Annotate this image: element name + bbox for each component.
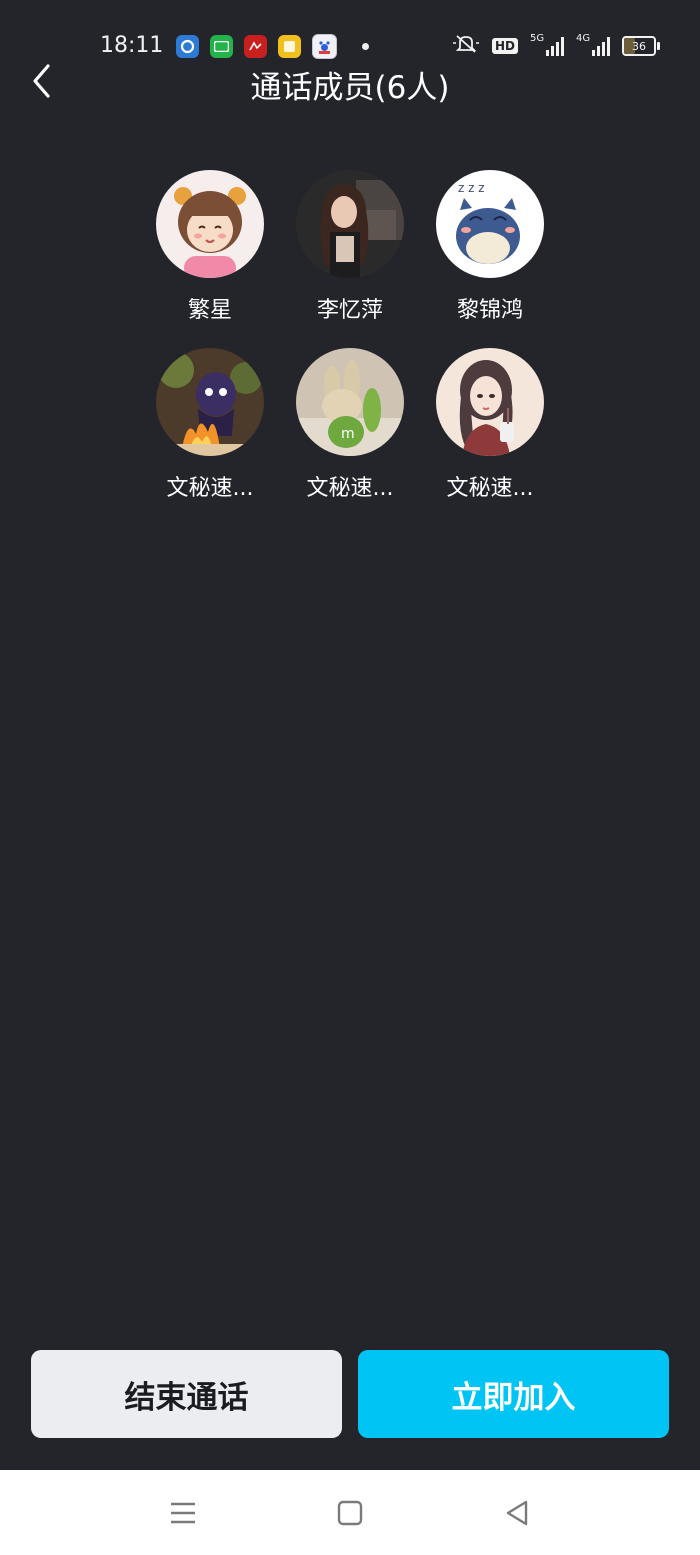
member-name: 文秘速... [166,476,254,501]
mute-bell-icon [452,34,480,58]
browser-app-icon [176,35,199,58]
signal-5g-icon: 5G [530,33,564,56]
notification-app-icons [176,34,369,59]
status-indicators: HD 5G 4G 36 [452,33,660,58]
more-notifications-dot [362,43,369,50]
page-title: 通话成员(6人) [250,70,450,106]
study-app-icon [244,35,267,58]
menu-button[interactable] [166,1496,200,1530]
member-name: 文秘速... [306,476,394,501]
nav-back-button[interactable] [500,1496,534,1530]
home-button[interactable] [333,1496,367,1530]
member-name: 繁星 [187,298,232,323]
baidu-app-icon [312,34,337,59]
avatar: z z z [436,170,544,278]
back-triangle-icon [506,1500,528,1526]
iqiyi-app-icon [210,35,233,58]
join-now-button[interactable]: 立即加入 [358,1350,669,1438]
menu-icon [171,1502,195,1524]
hd-voice-badge: HD [491,38,518,54]
avatar [156,348,264,456]
call-members-grid: 繁星 李忆萍 z z z 黎锦鸿 文秘速... m 文秘速... 文秘速... [155,170,545,502]
member-item[interactable]: 文秘速... [155,348,265,502]
member-item[interactable]: 文秘速... [435,348,545,502]
member-item[interactable]: 繁星 [155,170,265,324]
avatar [296,170,404,278]
svg-text:z z z: z z z [458,181,485,195]
member-name: 李忆萍 [316,298,383,323]
avatar [156,170,264,278]
member-name: 黎锦鸿 [456,298,523,323]
avatar: m [296,348,404,456]
member-item[interactable]: m 文秘速... [295,348,405,502]
battery-icon: 36 [622,36,660,56]
system-nav-bar [0,1470,700,1555]
home-square-icon [337,1500,363,1526]
signal-4g-icon: 4G [576,33,610,56]
member-name: 文秘速... [446,476,534,501]
notes-app-icon [278,35,301,58]
member-item[interactable]: 李忆萍 [295,170,405,324]
avatar [436,348,544,456]
status-time: 18:11 [100,33,164,58]
end-call-button[interactable]: 结束通话 [31,1350,342,1438]
member-item[interactable]: z z z 黎锦鸿 [435,170,545,324]
svg-text:m: m [341,426,355,442]
